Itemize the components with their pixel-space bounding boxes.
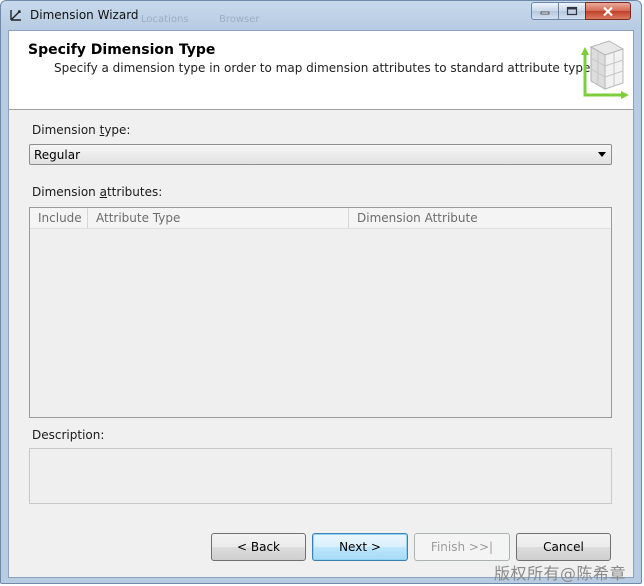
wizard-app-icon [10, 10, 21, 21]
wizard-header: Specify Dimension Type Specify a dimensi… [9, 31, 633, 110]
minimize-button[interactable] [531, 2, 559, 20]
column-header-dimension-attribute[interactable]: Dimension Attribute [349, 208, 611, 228]
window-title: Dimension Wizard [30, 8, 139, 22]
maximize-icon [566, 6, 578, 16]
dimension-type-dropdown[interactable]: Regular [29, 144, 612, 165]
dimension-type-value: Regular [34, 148, 81, 162]
dimension-cube-icon [581, 40, 629, 99]
copyright-watermark: 版权所有@陈希章 [494, 564, 627, 583]
next-button[interactable]: Next > [312, 533, 408, 561]
page-subtitle: Specify a dimension type in order to map… [54, 61, 601, 75]
grid-header: Include Attribute Type Dimension Attribu… [30, 208, 611, 229]
dropdown-arrow-icon [598, 152, 606, 157]
column-header-attribute-type[interactable]: Attribute Type [88, 208, 349, 228]
close-button[interactable] [585, 2, 631, 20]
finish-button[interactable]: Finish >>| [414, 533, 510, 561]
dimension-wizard-window: Dimension Wizard Locations Browser Speci… [0, 0, 642, 584]
description-label: Description: [32, 428, 105, 442]
dimension-attributes-label: Dimension attributes: [32, 185, 163, 199]
maximize-button[interactable] [558, 2, 586, 20]
minimize-icon [540, 11, 550, 15]
wizard-content: Specify Dimension Type Specify a dimensi… [8, 30, 634, 578]
page-title: Specify Dimension Type [28, 42, 216, 58]
back-button[interactable]: < Back [211, 533, 306, 561]
description-box [29, 448, 612, 504]
background-menu-text: Locations [141, 14, 189, 25]
close-icon [603, 6, 613, 16]
column-header-include[interactable]: Include [30, 208, 88, 228]
title-bar[interactable]: Dimension Wizard Locations Browser [1, 1, 641, 30]
cancel-button[interactable]: Cancel [516, 533, 611, 561]
dimension-attributes-grid[interactable]: Include Attribute Type Dimension Attribu… [29, 207, 612, 418]
background-menu-text: Browser [219, 14, 260, 25]
dimension-type-label: Dimension type: [32, 123, 131, 137]
